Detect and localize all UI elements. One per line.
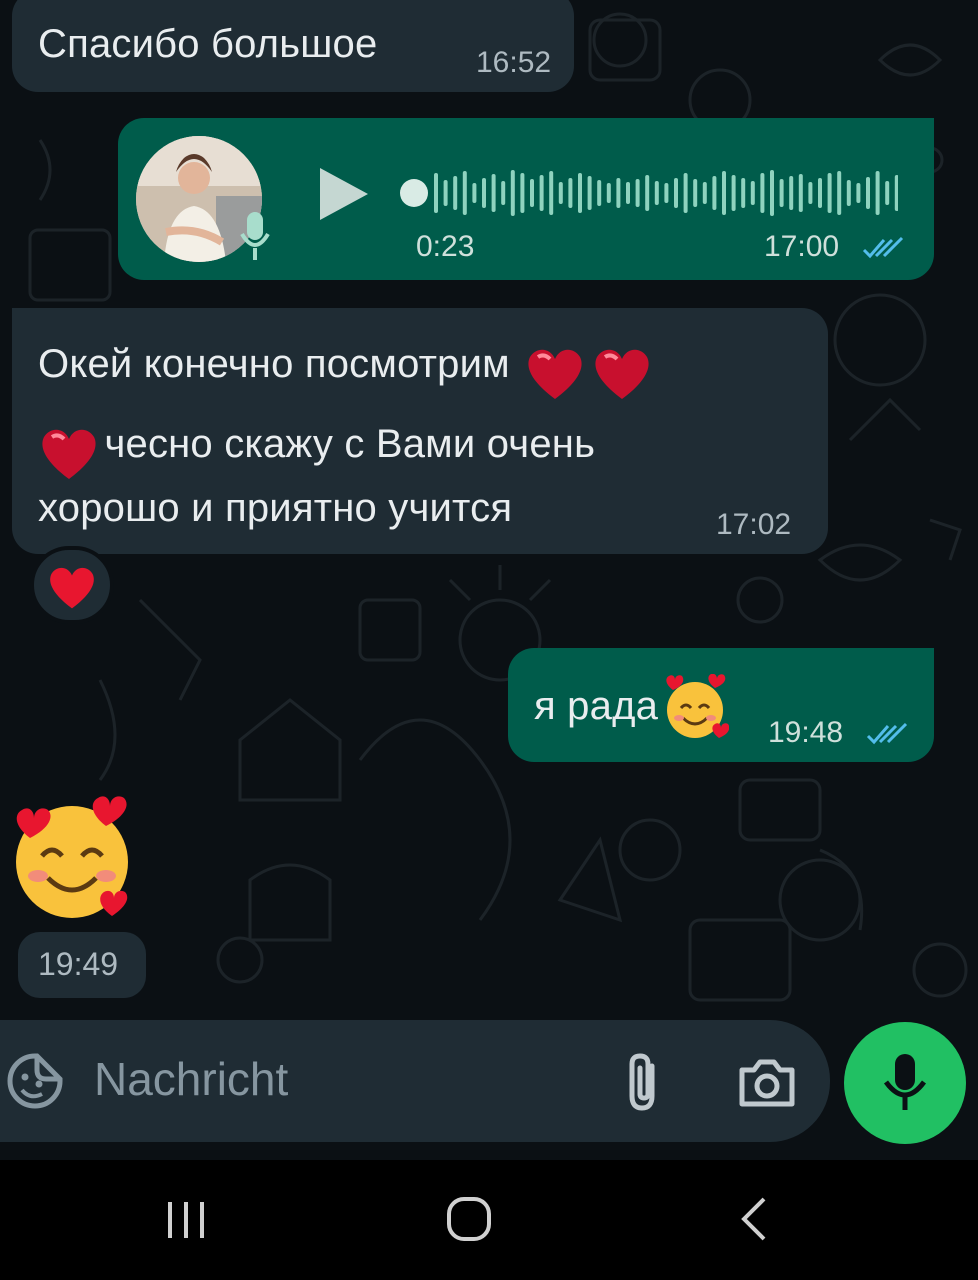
system-navigation-bar (0, 1160, 978, 1280)
waveform-bar (798, 174, 803, 212)
red-heart-emoji (528, 349, 582, 399)
playback-slider-thumb[interactable] (400, 179, 428, 207)
waveform-bar (731, 175, 736, 211)
waveform-bar (434, 173, 438, 213)
waveform-bar (645, 175, 650, 211)
waveform-bar (539, 175, 544, 211)
waveform-bar (846, 180, 851, 206)
waveform-bar (674, 178, 678, 208)
waveform-bar (626, 182, 630, 204)
waveform-bar (818, 178, 822, 208)
message-text: Спасибо большое (38, 22, 378, 66)
waveform-bar (885, 181, 890, 205)
waveform-bar (491, 174, 496, 212)
waveform-bar (443, 180, 448, 206)
waveform-bar (654, 181, 659, 205)
emoji-time-badge: 19:49 (18, 932, 146, 998)
smiling-face-with-hearts-emoji[interactable] (8, 796, 136, 918)
waveform-bar (453, 176, 458, 210)
emoji-sticker-icon[interactable] (6, 1052, 64, 1110)
camera-icon[interactable] (736, 1056, 798, 1110)
waveform-bar (520, 173, 525, 213)
waveform-bar (702, 182, 707, 204)
voice-duration: 0:23 (416, 230, 475, 263)
message-time: 16:52 (476, 46, 552, 79)
mic-icon (883, 1054, 927, 1110)
waveform-bar (741, 178, 746, 208)
message-text: я рада (534, 684, 659, 728)
outgoing-message[interactable]: я рада 19:48 (508, 648, 934, 762)
waveform-bar (664, 183, 669, 203)
waveform-bar (558, 182, 563, 204)
message-text-row: я рада (534, 672, 729, 740)
home-icon[interactable] (446, 1196, 492, 1242)
message-time: 17:00 (764, 230, 840, 263)
waveform-bar (510, 170, 515, 216)
waveform-bar (770, 170, 774, 216)
waveform-bar (683, 173, 688, 213)
waveform-bar (462, 171, 467, 215)
waveform-bar (472, 183, 477, 203)
waveform-bar (712, 176, 717, 210)
voice-record-button[interactable] (844, 1022, 966, 1144)
play-icon[interactable] (316, 164, 372, 224)
waveform-bar (894, 175, 898, 211)
voice-waveform[interactable] (398, 158, 898, 228)
waveform-bar (760, 173, 765, 213)
message-composer[interactable]: Nachricht (0, 1020, 830, 1142)
waveform-bar (606, 183, 611, 203)
waveform-bar (693, 179, 698, 207)
incoming-message[interactable]: Окей конечно посмотрим чесно скажу с Вам… (12, 308, 828, 554)
red-heart-emoji (42, 429, 96, 479)
message-line-2: чесно скажу с Вами очень (38, 410, 595, 481)
waveform-bar (482, 178, 486, 208)
message-time: 19:49 (38, 946, 119, 982)
read-ticks-icon (866, 722, 908, 745)
waveform-bar (827, 173, 832, 213)
waveform-bar (866, 177, 870, 209)
waveform-bar (635, 179, 640, 207)
chat-screen: Спасибо большое 16:52 0:23 17:00 Окей ко… (0, 0, 978, 1280)
message-line-1: Окей конечно посмотрим (38, 330, 653, 401)
heart-reaction-icon (50, 567, 94, 609)
message-time: 19:48 (768, 716, 844, 749)
waveform-bar (501, 181, 506, 205)
waveform-bar (578, 173, 582, 213)
back-icon[interactable] (738, 1196, 768, 1242)
red-heart-emoji (595, 349, 649, 399)
message-input[interactable]: Nachricht (94, 1052, 288, 1106)
recents-icon[interactable] (164, 1200, 208, 1240)
attach-icon[interactable] (622, 1050, 666, 1114)
waveform-bar (616, 178, 621, 208)
voice-mic-icon (240, 212, 270, 260)
waveform-bar (856, 183, 861, 203)
message-line-3: хорошо и приятно учится (38, 486, 513, 530)
read-ticks-icon (862, 236, 904, 259)
smiling-face-with-hearts-emoji (665, 673, 729, 738)
waveform-bar (779, 179, 784, 207)
waveform-bar (837, 171, 842, 215)
waveform-bar (568, 178, 573, 208)
waveform-bar (789, 176, 794, 210)
waveform-bar (722, 171, 726, 215)
waveform-bar (750, 181, 755, 205)
waveform-bar (549, 171, 554, 215)
outgoing-voice-message[interactable]: 0:23 17:00 (118, 118, 934, 280)
waveform-bar (587, 176, 592, 210)
waveform-bar (808, 182, 813, 204)
message-time: 17:02 (716, 508, 792, 541)
waveform-bar (597, 180, 602, 206)
message-reaction[interactable] (30, 546, 114, 624)
waveform-bar (875, 171, 880, 215)
waveform-bar (530, 179, 534, 207)
incoming-message[interactable]: Спасибо большое 16:52 (12, 0, 574, 92)
